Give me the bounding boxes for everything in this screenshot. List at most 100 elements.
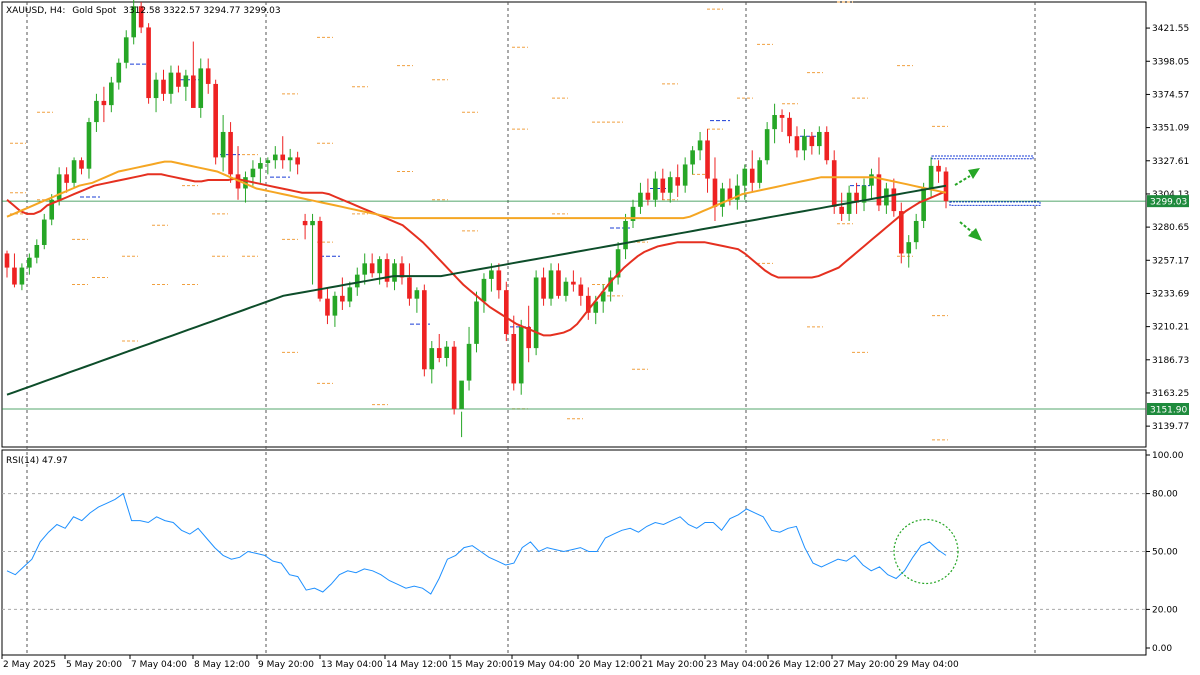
candle-body [19,267,25,285]
candle-body [272,154,278,161]
candle [392,259,397,291]
candle [578,277,584,306]
candle-body [772,115,777,130]
price-panel-frame [1,1,1147,448]
candle-body [347,287,353,302]
candle [451,341,457,415]
candle [779,109,785,132]
candle-body [369,263,375,274]
candle-body [190,75,196,108]
rsi-tick-label: 100.00 [1152,451,1184,461]
candle [436,333,442,363]
candle [481,273,487,313]
candle-body [466,343,472,381]
candle-body [325,298,330,316]
candle-body [451,346,457,409]
rsi-line [6,492,947,595]
candle [697,131,703,161]
candle [19,263,25,291]
support-zone-box [949,201,1041,206]
candle [41,213,47,250]
candle-body [533,277,539,349]
candle-body [123,37,129,63]
chart-header: XAUUSD, H4: Gold Spot 3312.58 3322.57 32… [6,6,281,16]
candle [213,79,218,165]
grid-layer [1,1,1147,656]
candle-body [436,348,442,358]
price-tick-label: 3163.25 [1152,389,1189,399]
candle [749,150,755,193]
price-tick-label: 3374.57 [1152,90,1189,100]
rsi-header: RSI(14) 47.97 [6,456,68,466]
candle-body [794,136,800,151]
time-tick-label: 23 May 04:00 [706,660,768,670]
candle-body [101,100,107,106]
candle-body [749,168,755,183]
candle-body [250,168,256,178]
candle-body [228,131,233,175]
candle-body [779,115,785,118]
candle-body [474,301,479,344]
candle [884,182,889,214]
time-tick-label: 26 May 12:00 [769,660,831,670]
candle-body [660,178,666,193]
candle-body [444,346,450,358]
rsi-tick-label: 0.00 [1152,644,1172,654]
candle-body [407,277,412,299]
candle-body [824,131,830,161]
candle-body [414,290,420,299]
candle-body [161,79,166,94]
candle-body [906,242,912,254]
candle [861,178,867,212]
candle [71,157,77,189]
price-tick-label: 3280.65 [1152,223,1189,233]
candle-body [4,253,10,268]
candle-body [287,157,293,161]
candle [347,281,353,308]
candle [526,305,531,363]
time-tick-label: 15 May 20:00 [451,660,513,670]
symbol-description: Gold Spot [72,6,116,16]
candle [407,263,412,306]
candle-body [928,165,934,189]
time-tick-label: 2 May 2025 [3,660,56,670]
candle [854,182,859,214]
candle-body [548,270,554,299]
candle-body [79,160,84,169]
candle-body [690,150,695,165]
candle [608,270,613,302]
candle [340,277,345,310]
candle-body [787,117,792,137]
candle [161,69,166,101]
candle [399,256,405,285]
time-tick-label: 7 May 04:00 [131,660,187,670]
price-chart: 3421.553398.053374.573351.093327.613304.… [1,0,1189,670]
candle-body [921,188,926,221]
candle [541,267,546,306]
candle-body [891,188,897,212]
candle [675,164,681,197]
candle-body [705,140,710,179]
down-arrow-icon [959,221,982,241]
price-tick-label: 3421.55 [1152,24,1189,34]
candle [101,86,107,123]
candle-body [213,83,218,158]
candle [571,270,576,292]
candle-body [354,274,360,288]
time-tick-label: 20 May 12:00 [579,660,641,670]
candle-body [556,270,561,296]
candle-body [712,178,718,207]
candle [123,30,129,69]
candle [757,157,763,189]
up-arrow-icon [954,168,980,186]
time-tick-label: 8 May 12:00 [194,660,250,670]
candle-body [422,290,427,370]
candle-body [12,267,17,285]
rsi-line [6,492,947,595]
moving-average-lines [6,160,947,396]
candle-body [511,333,517,384]
candle-body [489,270,494,279]
candle [86,117,92,179]
candle [116,58,122,90]
candle [34,239,40,264]
